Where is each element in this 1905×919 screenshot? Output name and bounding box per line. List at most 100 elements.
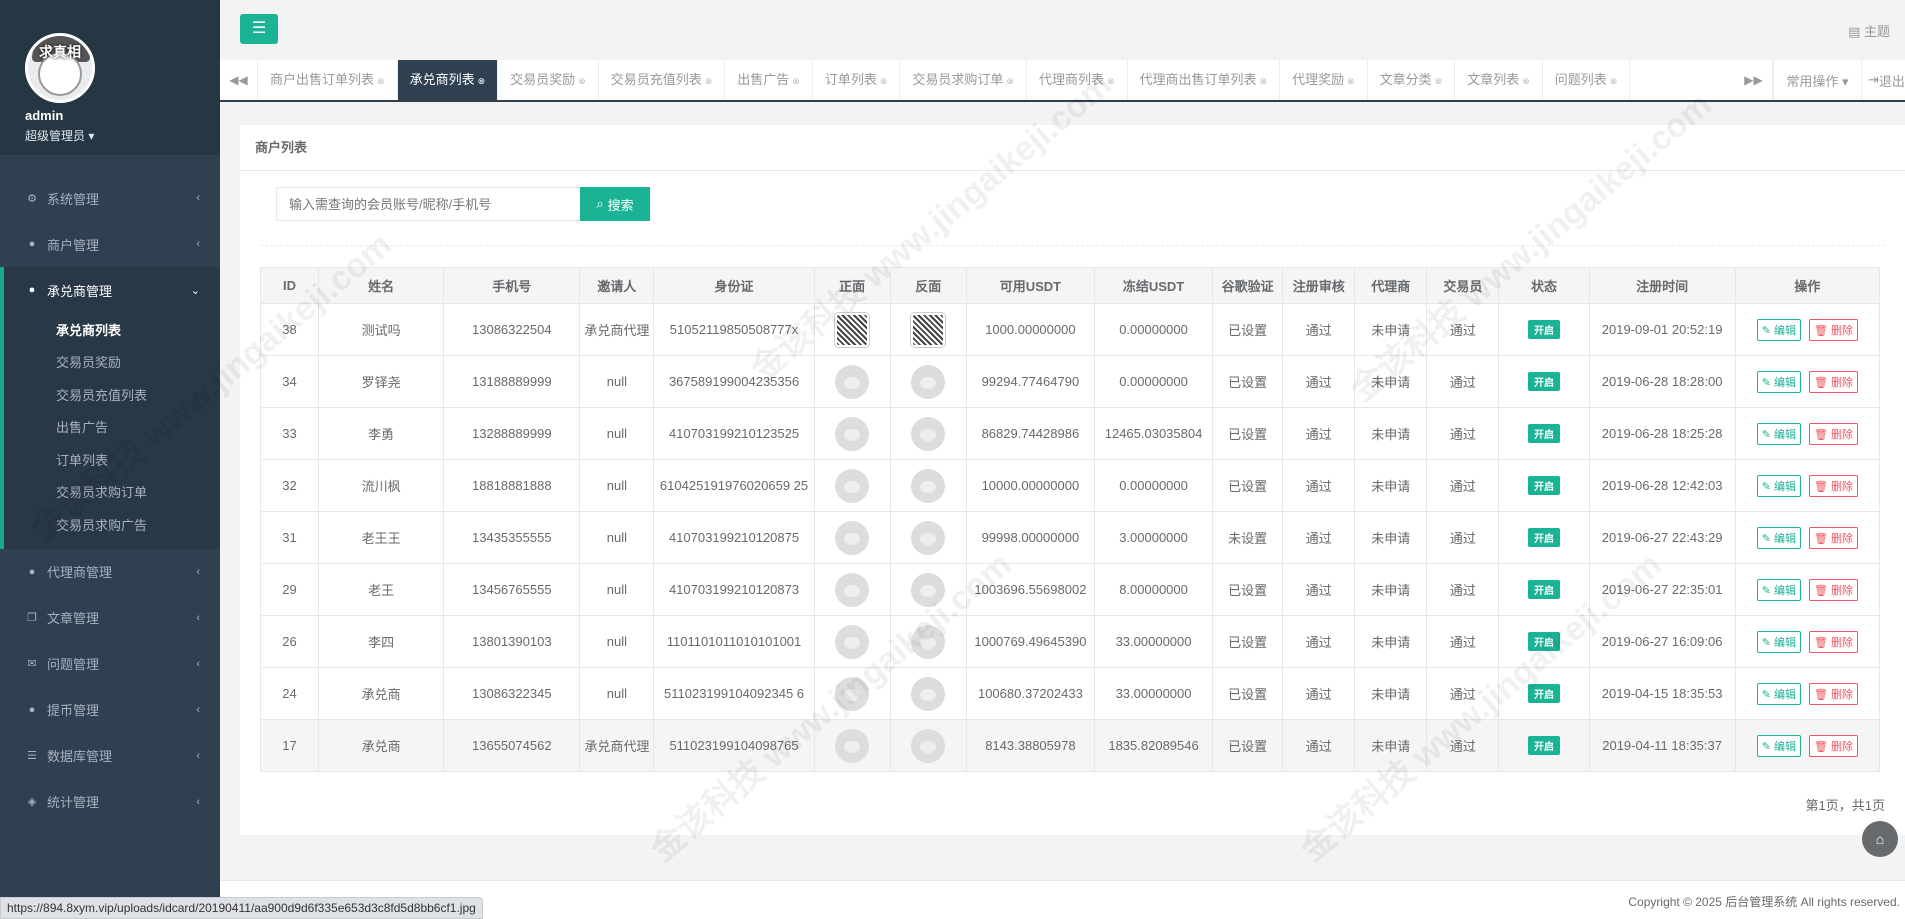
nav-withdraw[interactable]: ● 提币管理 ‹ bbox=[0, 687, 220, 733]
status-badge[interactable]: 开启 bbox=[1527, 476, 1560, 495]
search-button[interactable]: ⌕ 搜索 bbox=[580, 187, 650, 221]
close-icon[interactable]: ⊗ bbox=[377, 76, 385, 86]
subnav-buy-ads[interactable]: 交易员求购广告 bbox=[4, 508, 220, 541]
delete-button[interactable]: 🗑 删除 bbox=[1808, 630, 1858, 653]
tab-article-category[interactable]: 文章分类 ⊗ bbox=[1368, 60, 1456, 100]
close-icon[interactable]: ⊗ bbox=[578, 76, 586, 86]
tab-trader-recharge[interactable]: 交易员充值列表 ⊗ bbox=[599, 60, 726, 100]
nav-system[interactable]: ⚙ 系统管理 ‹ bbox=[0, 175, 220, 221]
close-icon[interactable]: ⊗ bbox=[880, 76, 888, 86]
status-badge[interactable]: 开启 bbox=[1527, 372, 1560, 391]
subnav-orders[interactable]: 订单列表 bbox=[4, 443, 220, 476]
delete-button[interactable]: 🗑 删除 bbox=[1808, 318, 1858, 341]
subnav-trader-reward[interactable]: 交易员奖励 bbox=[4, 346, 220, 379]
search-input[interactable] bbox=[276, 187, 580, 221]
id-back-image[interactable] bbox=[911, 676, 946, 711]
delete-button[interactable]: 🗑 删除 bbox=[1808, 526, 1858, 549]
edit-button[interactable]: ✎ 编辑 bbox=[1756, 734, 1801, 757]
edit-button[interactable]: ✎ 编辑 bbox=[1756, 682, 1801, 705]
edit-button[interactable]: ✎ 编辑 bbox=[1756, 630, 1801, 653]
close-icon[interactable]: ⊗ bbox=[1610, 76, 1618, 86]
menu-toggle-button[interactable]: ☰ bbox=[240, 14, 278, 44]
edit-button[interactable]: ✎ 编辑 bbox=[1756, 370, 1801, 393]
status-badge[interactable]: 开启 bbox=[1527, 528, 1560, 547]
theme-button[interactable]: ▤ 主题 bbox=[1848, 21, 1890, 40]
delete-button[interactable]: 🗑 删除 bbox=[1808, 578, 1858, 601]
close-icon[interactable]: ⊗ bbox=[1260, 76, 1268, 86]
edit-button[interactable]: ✎ 编辑 bbox=[1756, 318, 1801, 341]
status-badge[interactable]: 开启 bbox=[1527, 632, 1560, 651]
nav-question[interactable]: ✉ 问题管理 ‹ bbox=[0, 641, 220, 687]
nav-database[interactable]: ☰ 数据库管理 ‹ bbox=[0, 733, 220, 779]
tab-buy-orders[interactable]: 交易员求购订单 ⊗ bbox=[900, 60, 1027, 100]
subnav-sell-ads[interactable]: 出售广告 bbox=[4, 411, 220, 444]
logout-button[interactable]: ⇥ 退出 bbox=[1861, 60, 1905, 100]
nav-merchant[interactable]: ● 商户管理 ‹ bbox=[0, 221, 220, 267]
edit-button[interactable]: ✎ 编辑 bbox=[1756, 422, 1801, 445]
user-role-dropdown[interactable]: 超级管理员 ▾ bbox=[25, 127, 94, 144]
id-back-cell bbox=[889, 303, 967, 356]
id-front-image[interactable] bbox=[835, 364, 870, 399]
delete-button[interactable]: 🗑 删除 bbox=[1808, 370, 1858, 393]
edit-button[interactable]: ✎ 编辑 bbox=[1756, 474, 1801, 497]
tab-article-list[interactable]: 文章列表 ⊗ bbox=[1455, 60, 1543, 100]
id-back-image[interactable] bbox=[911, 364, 946, 399]
common-ops-dropdown[interactable]: 常用操作 ▾ bbox=[1773, 60, 1861, 100]
tab-orders[interactable]: 订单列表 ⊗ bbox=[813, 60, 901, 100]
subnav-acceptor-list[interactable]: 承兑商列表 bbox=[4, 313, 220, 346]
id-front-image[interactable] bbox=[835, 676, 870, 711]
tab-agent-list[interactable]: 代理商列表 ⊗ bbox=[1027, 60, 1128, 100]
table-cell: 罗铎尧 bbox=[318, 355, 445, 408]
status-badge[interactable]: 开启 bbox=[1527, 320, 1560, 339]
tabs-scroll-left-button[interactable]: ◀◀ bbox=[220, 60, 258, 100]
tabs-scroll-right-button[interactable]: ▶▶ bbox=[1735, 60, 1773, 100]
close-icon[interactable]: ⊗ bbox=[792, 76, 800, 86]
id-back-image[interactable] bbox=[911, 312, 946, 347]
close-icon[interactable]: ⊗ bbox=[478, 76, 486, 86]
delete-button[interactable]: 🗑 删除 bbox=[1808, 422, 1858, 445]
id-front-image[interactable] bbox=[835, 624, 870, 659]
home-button[interactable]: ⌂ bbox=[1862, 821, 1898, 857]
id-back-image[interactable] bbox=[911, 728, 946, 763]
tab-sell-ads[interactable]: 出售广告 ⊗ bbox=[725, 60, 813, 100]
close-icon[interactable]: ⊗ bbox=[1522, 76, 1530, 86]
tab-merchant-sell-orders[interactable]: 商户出售订单列表 ⊗ bbox=[258, 60, 398, 100]
id-front-image[interactable] bbox=[835, 572, 870, 607]
id-back-image[interactable] bbox=[911, 572, 946, 607]
nav-agent[interactable]: ● 代理商管理 ‹ bbox=[0, 549, 220, 595]
status-badge[interactable]: 开启 bbox=[1527, 684, 1560, 703]
avatar[interactable]: 求真相 bbox=[25, 33, 95, 103]
id-front-image[interactable] bbox=[835, 728, 870, 763]
nav-stats[interactable]: ◈ 统计管理 ‹ bbox=[0, 779, 220, 825]
close-icon[interactable]: ⊗ bbox=[1347, 76, 1355, 86]
delete-button[interactable]: 🗑 删除 bbox=[1808, 734, 1858, 757]
tab-agent-sell-orders[interactable]: 代理商出售订单列表 ⊗ bbox=[1128, 60, 1281, 100]
close-icon[interactable]: ⊗ bbox=[1435, 76, 1443, 86]
id-back-image[interactable] bbox=[911, 624, 946, 659]
delete-button[interactable]: 🗑 删除 bbox=[1808, 474, 1858, 497]
id-front-image[interactable] bbox=[835, 520, 870, 555]
tab-trader-reward[interactable]: 交易员奖励 ⊗ bbox=[498, 60, 599, 100]
close-icon[interactable]: ⊗ bbox=[1107, 76, 1115, 86]
tab-agent-reward[interactable]: 代理奖励 ⊗ bbox=[1280, 60, 1368, 100]
status-badge[interactable]: 开启 bbox=[1527, 736, 1560, 755]
close-icon[interactable]: ⊗ bbox=[705, 76, 713, 86]
close-icon[interactable]: ⊗ bbox=[1006, 76, 1014, 86]
delete-button[interactable]: 🗑 删除 bbox=[1808, 682, 1858, 705]
id-back-image[interactable] bbox=[911, 520, 946, 555]
status-badge[interactable]: 开启 bbox=[1527, 424, 1560, 443]
id-back-image[interactable] bbox=[911, 468, 946, 503]
subnav-trader-recharge[interactable]: 交易员充值列表 bbox=[4, 378, 220, 411]
id-front-image[interactable] bbox=[835, 312, 870, 347]
edit-button[interactable]: ✎ 编辑 bbox=[1756, 578, 1801, 601]
id-back-image[interactable] bbox=[911, 416, 946, 451]
edit-button[interactable]: ✎ 编辑 bbox=[1756, 526, 1801, 549]
id-front-image[interactable] bbox=[835, 468, 870, 503]
id-front-image[interactable] bbox=[835, 416, 870, 451]
status-badge[interactable]: 开启 bbox=[1527, 580, 1560, 599]
subnav-buy-orders[interactable]: 交易员求购订单 bbox=[4, 476, 220, 509]
tab-question-list[interactable]: 问题列表 ⊗ bbox=[1543, 60, 1631, 100]
tab-acceptor-list[interactable]: 承兑商列表 ⊗ bbox=[397, 60, 499, 100]
nav-acceptor[interactable]: ● 承兑商管理 ⌄ bbox=[4, 267, 220, 313]
nav-article[interactable]: ❐ 文章管理 ‹ bbox=[0, 595, 220, 641]
